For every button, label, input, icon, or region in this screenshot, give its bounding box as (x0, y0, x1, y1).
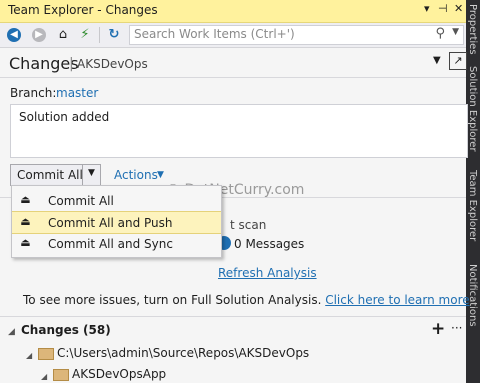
changes-divider (0, 316, 466, 317)
side-tab-strip: Properties Solution Explorer Team Explor… (466, 0, 480, 383)
commit-push-icon: ⏏ (20, 215, 31, 228)
expand-folder-icon[interactable]: ◢ (26, 351, 32, 360)
commit-all-split-button[interactable]: Commit All ▼ (10, 164, 101, 186)
search-work-items-box[interactable]: Search Work Items (Ctrl+') ⚲ ▼ (129, 25, 464, 45)
connect-icon[interactable]: ⚡ (76, 26, 94, 44)
branch-label: Branch: (10, 86, 57, 100)
undock-icon[interactable]: ↗ (449, 52, 467, 70)
actions-dropdown-icon[interactable]: ▼ (157, 170, 164, 180)
window-title: Team Explorer - Changes (8, 3, 158, 17)
back-icon[interactable]: ◀ (7, 28, 21, 42)
search-input[interactable]: Search Work Items (Ctrl+') (134, 27, 295, 41)
toolbar-separator (99, 27, 100, 43)
commit-message-input[interactable]: Solution added (10, 104, 468, 158)
commit-dropdown-menu: ⏏ Commit All ⏏ Commit All and Push ⏏ Com… (11, 185, 222, 258)
subfolder-icon (53, 369, 69, 381)
forward-icon[interactable]: ▶ (32, 28, 46, 42)
page-dropdown-icon[interactable]: ▼ (433, 55, 441, 66)
commit-sync-icon: ⏏ (20, 236, 31, 249)
commit-dropdown-icon[interactable]: ▼ (88, 168, 95, 178)
commit-all-button[interactable]: Commit All (17, 168, 83, 182)
expand-subfolder-icon[interactable]: ◢ (41, 372, 47, 381)
menu-item-label: Commit All and Push (48, 216, 173, 230)
last-scan-text: t scan (230, 218, 267, 232)
folder-icon (38, 348, 54, 360)
add-icon[interactable]: + (431, 319, 445, 339)
messages-count[interactable]: 0 Messages (234, 237, 304, 251)
commit-message-text: Solution added (19, 110, 110, 124)
header-divider (0, 77, 466, 78)
subfolder-item[interactable]: AKSDevOpsApp (72, 367, 166, 381)
search-icon[interactable]: ⚲ (435, 26, 445, 41)
menu-item-label: Commit All (48, 194, 114, 208)
search-dropdown-icon[interactable]: ▼ (452, 27, 459, 37)
properties-tab[interactable]: Properties (467, 4, 478, 55)
team-explorer-tab[interactable]: Team Explorer (467, 170, 478, 241)
collapse-icon[interactable]: ◢ (8, 327, 15, 337)
branch-link[interactable]: master (56, 86, 98, 100)
learn-more-link[interactable]: Click here to learn more (325, 293, 469, 307)
home-icon[interactable]: ⌂ (54, 26, 72, 44)
pin-icon[interactable]: ⊣ (438, 2, 448, 15)
full-solution-text: To see more issues, turn on Full Solutio… (23, 293, 322, 307)
full-solution-notice: To see more issues, turn on Full Solutio… (23, 293, 470, 307)
changes-header[interactable]: Changes (58) (21, 323, 111, 337)
menu-item-commit-all[interactable]: ⏏ Commit All (12, 190, 221, 211)
repo-path-item[interactable]: C:\Users\admin\Source\Repos\AKSDevOps (57, 346, 309, 360)
actions-menu[interactable]: Actions (114, 168, 158, 182)
refresh-analysis-link[interactable]: Refresh Analysis (218, 266, 317, 280)
menu-item-commit-all-sync[interactable]: ⏏ Commit All and Sync (12, 233, 221, 254)
menu-item-commit-all-push[interactable]: ⏏ Commit All and Push (12, 211, 221, 234)
refresh-icon[interactable]: ↻ (105, 26, 123, 44)
close-icon[interactable]: ✕ (454, 2, 463, 15)
more-options-icon[interactable]: ··· (451, 321, 462, 335)
solution-explorer-tab[interactable]: Solution Explorer (467, 66, 478, 152)
window-menu-icon[interactable]: ▾ (424, 2, 430, 15)
toolbar: ◀ ▶ ⌂ ⚡ ↻ Search Work Items (Ctrl+') ⚲ ▼ (0, 23, 466, 48)
split-divider (82, 165, 83, 185)
title-bar: Team Explorer - Changes ▾ ⊣ ✕ (0, 0, 466, 23)
commit-icon: ⏏ (20, 193, 31, 206)
header-separator: | (69, 56, 74, 72)
menu-item-label: Commit All and Sync (48, 237, 173, 251)
project-name: AKSDevOps (77, 57, 148, 71)
